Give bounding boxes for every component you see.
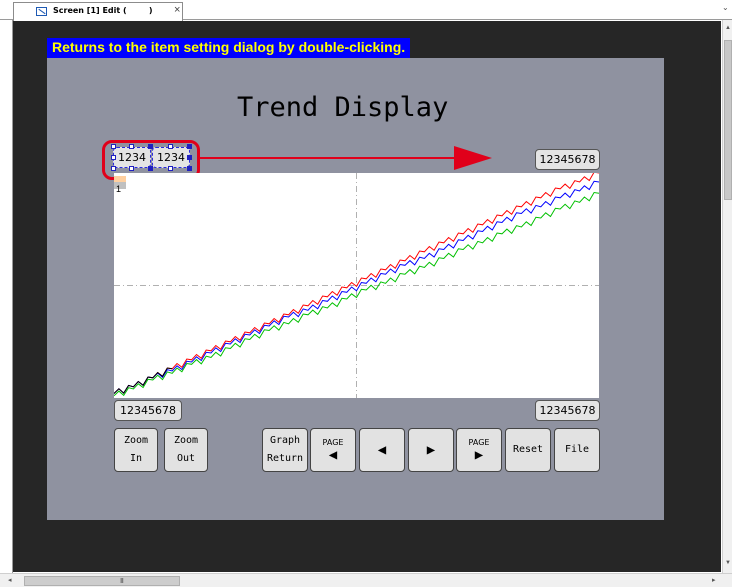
scroll-down-icon[interactable]: ▼ bbox=[725, 560, 731, 566]
page-right-button[interactable]: PAGE ▶ bbox=[456, 428, 502, 472]
page-title: Trend Display bbox=[237, 92, 449, 123]
callout-arrow bbox=[200, 157, 458, 159]
cursor-marker: 1 bbox=[114, 176, 126, 194]
close-icon[interactable]: × bbox=[174, 4, 180, 16]
x-left-display[interactable]: 12345678 bbox=[114, 400, 182, 421]
screen-edit-icon bbox=[36, 7, 47, 16]
zoom-out-button[interactable]: Zoom Out bbox=[164, 428, 208, 472]
trend-graph[interactable] bbox=[113, 171, 600, 398]
scroll-up-icon[interactable]: ▲ bbox=[725, 25, 731, 31]
page-left-button[interactable]: PAGE ◀ bbox=[310, 428, 356, 472]
left-triangle-icon: ◀ bbox=[377, 442, 387, 458]
right-triangle-icon: ▶ bbox=[426, 442, 436, 458]
left-triangle-icon: ◀ bbox=[328, 447, 338, 463]
step-left-button[interactable]: ◀ bbox=[359, 428, 405, 472]
right-triangle-icon: ▶ bbox=[474, 447, 484, 463]
y-top-display[interactable]: 12345678 bbox=[535, 149, 600, 170]
left-ruler bbox=[0, 20, 13, 573]
arrow-right-icon bbox=[454, 146, 492, 170]
scroll-left-icon[interactable]: ◂ bbox=[8, 576, 12, 584]
cursor-marker-label: 1 bbox=[116, 184, 122, 194]
reset-button[interactable]: Reset bbox=[505, 428, 551, 472]
graph-return-label-2: Return bbox=[266, 453, 304, 464]
vertical-scroll-thumb[interactable] bbox=[724, 40, 732, 200]
scroll-right-icon[interactable]: ▸ bbox=[712, 576, 716, 584]
file-label: File bbox=[564, 444, 590, 455]
zoom-in-button[interactable]: Zoom In bbox=[114, 428, 158, 472]
horizontal-scroll-thumb[interactable]: III bbox=[24, 576, 180, 586]
zoom-out-label-2: Out bbox=[176, 453, 196, 464]
reset-label: Reset bbox=[512, 444, 544, 455]
step-right-button[interactable]: ▶ bbox=[408, 428, 454, 472]
document-tab-bar: Screen [1] Edit ( ) × ⌄ bbox=[0, 0, 732, 21]
graph-return-label-1: Graph bbox=[269, 435, 301, 446]
chevron-down-icon[interactable]: ⌄ bbox=[722, 3, 729, 12]
tooltip: Returns to the item setting dialog by do… bbox=[47, 38, 411, 58]
x-right-display[interactable]: 12345678 bbox=[535, 400, 600, 421]
file-button[interactable]: File bbox=[554, 428, 600, 472]
trend-chart-svg bbox=[113, 171, 600, 398]
trend-series-4 bbox=[113, 367, 173, 394]
tab-screen-edit[interactable]: Screen [1] Edit ( ) × bbox=[13, 2, 183, 21]
horizontal-scrollbar[interactable]: ◂ III ▸ bbox=[0, 573, 732, 587]
tab-label: Screen [1] Edit ( ) bbox=[53, 6, 153, 15]
graph-return-button[interactable]: Graph Return bbox=[262, 428, 308, 472]
zoom-out-label-1: Zoom bbox=[173, 435, 199, 446]
grip-icon: III bbox=[120, 578, 124, 585]
vertical-scrollbar[interactable]: ▲ ▼ bbox=[722, 20, 732, 573]
zoom-in-label-1: Zoom bbox=[123, 435, 149, 446]
zoom-in-label-2: In bbox=[129, 453, 143, 464]
